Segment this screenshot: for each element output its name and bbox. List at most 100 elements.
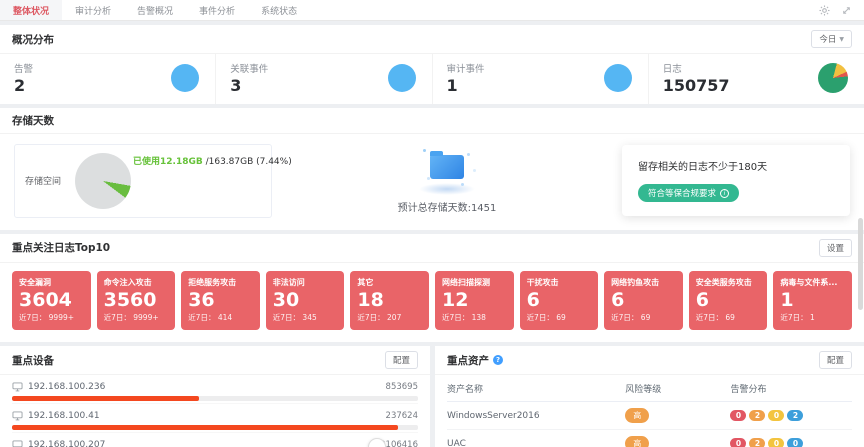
log-card[interactable]: 其它 18 近7日： 207: [350, 271, 429, 331]
log-value: 36: [188, 290, 253, 312]
stat-card-correlated-events[interactable]: 关联事件 3: [216, 54, 432, 104]
log-card[interactable]: 命令注入攻击 3560 近7日： 9999+: [97, 271, 176, 331]
device-bar-track: [12, 425, 418, 430]
asset-name: UAC: [447, 430, 625, 447]
assets-col-risk: 风险等级: [625, 375, 730, 402]
stat-label: 日志: [663, 61, 730, 75]
blue-circle-chart: [604, 64, 632, 92]
stat-card-logs[interactable]: 日志 150757: [649, 54, 864, 104]
compliance-badge[interactable]: 符合等保合规要求 i: [638, 184, 739, 202]
overview-title: 概况分布: [12, 32, 54, 47]
badge-high: 2: [749, 438, 765, 447]
log-name: 安全漏洞: [19, 277, 84, 288]
storage-usage-text: 已使用12.18GB /163.87GB (7.44%): [133, 154, 292, 167]
tab-audit-analysis[interactable]: 审计分析: [62, 0, 124, 20]
log-card[interactable]: 干扰攻击 6 近7日： 69: [520, 271, 599, 331]
blue-circle-chart: [388, 64, 416, 92]
device-bar-fill: [12, 396, 199, 401]
scrollbar-thumb[interactable]: [858, 218, 863, 310]
tab-overall-status[interactable]: 整体状况: [0, 0, 62, 20]
gear-icon[interactable]: [819, 5, 830, 16]
device-list: 192.168.100.236 853695 192.168.100.41 23…: [0, 375, 430, 447]
log-recent: 近7日： 138: [442, 312, 507, 323]
storage-days-text: 预计总存储天数:1451: [398, 199, 497, 214]
log-value: 6: [527, 290, 592, 312]
log-name: 网络扫描探测: [442, 277, 507, 288]
devices-config-button[interactable]: 配置: [385, 351, 418, 369]
badge-critical: 0: [730, 438, 746, 447]
stat-label: 审计事件: [447, 61, 485, 75]
badge-low: 0: [787, 438, 803, 447]
assets-panel: 重点资产 ? 配置 资产名称 风险等级 告警分布: [435, 346, 864, 447]
assets-config-button[interactable]: 配置: [819, 351, 852, 369]
stat-value: 3: [230, 77, 268, 95]
log-name: 网络钓鱼攻击: [611, 277, 676, 288]
overview-header: 概况分布 今日 ▼: [0, 25, 864, 54]
alert-distribution: 0 2 0 2: [730, 410, 803, 421]
compliance-card: 留存相关的日志不少于180天 符合等保合规要求 i: [622, 145, 850, 216]
folder-shadow: [419, 183, 475, 195]
device-row[interactable]: 192.168.100.41 237624: [12, 404, 418, 433]
log-card[interactable]: 安全漏洞 3604 近7日： 9999+: [12, 271, 91, 331]
nav-icon-group: [819, 0, 864, 20]
storage-used: 已使用12.18GB: [133, 157, 203, 167]
stat-card-audit-events[interactable]: 审计事件 1: [433, 54, 649, 104]
chevron-down-icon: ▼: [839, 36, 844, 43]
device-row[interactable]: 192.168.100.236 853695: [12, 375, 418, 404]
storage-days-block: 预计总存储天数:1451: [282, 144, 612, 218]
stat-label: 关联事件: [230, 61, 268, 75]
fullscreen-icon[interactable]: [841, 5, 852, 16]
storage-title: 存储天数: [12, 113, 54, 128]
device-count: 853695: [386, 382, 418, 392]
log-value: 12: [442, 290, 507, 312]
device-count: 237624: [386, 411, 418, 421]
badge-medium: 0: [768, 410, 784, 421]
stats-row: 告警 2 关联事件 3 审计事件 1: [0, 54, 864, 104]
stat-value: 1: [447, 77, 485, 95]
log-card[interactable]: 拒绝服务攻击 36 近7日： 414: [181, 271, 260, 331]
log-card[interactable]: 网络钓鱼攻击 6 近7日： 69: [604, 271, 683, 331]
compliance-note: 留存相关的日志不少于180天: [638, 158, 834, 173]
top-nav: 整体状况 审计分析 告警概况 事件分析 系统状态: [0, 0, 864, 21]
period-dropdown[interactable]: 今日 ▼: [811, 30, 852, 48]
blue-circle-chart: [171, 64, 199, 92]
log-recent: 近7日： 1: [780, 312, 845, 323]
monitor-icon: [12, 411, 23, 421]
device-row[interactable]: 192.168.100.207 2106416: [12, 433, 418, 447]
tab-system-status[interactable]: 系统状态: [248, 0, 310, 20]
period-label: 今日: [819, 33, 836, 45]
top-logs-header: 重点关注日志Top10 设置: [0, 234, 864, 263]
log-card[interactable]: 非法访问 30 近7日： 345: [266, 271, 345, 331]
folder-illustration: [417, 147, 477, 195]
log-recent: 近7日： 414: [188, 312, 253, 323]
log-cards-row: 安全漏洞 3604 近7日： 9999+ 命令注入攻击 3560 近7日： 99…: [0, 263, 864, 343]
log-recent: 近7日： 207: [357, 312, 422, 323]
tab-event-analysis[interactable]: 事件分析: [186, 0, 248, 20]
tab-alert-overview[interactable]: 告警概况: [124, 0, 186, 20]
log-card[interactable]: 安全类服务攻击 6 近7日： 69: [689, 271, 768, 331]
stat-card-alerts[interactable]: 告警 2: [0, 54, 216, 104]
devices-header: 重点设备 配置: [0, 346, 430, 375]
device-bar-fill: [12, 425, 398, 430]
top-logs-title: 重点关注日志Top10: [12, 240, 110, 255]
log-value: 1: [780, 290, 845, 312]
badge-high: 2: [749, 410, 765, 421]
storage-space-label: 存储空间: [25, 174, 61, 187]
log-value: 18: [357, 290, 422, 312]
log-card[interactable]: 病毒与文件系... 1 近7日： 1: [773, 271, 852, 331]
help-icon[interactable]: ?: [493, 355, 503, 365]
log-value: 3604: [19, 290, 84, 312]
log-recent: 近7日： 69: [527, 312, 592, 323]
top-logs-settings-button[interactable]: 设置: [819, 239, 852, 257]
asset-row[interactable]: UAC 高 0 2 0 0: [447, 430, 852, 447]
log-name: 其它: [357, 277, 422, 288]
compliance-label: 符合等保合规要求: [648, 187, 716, 199]
log-card[interactable]: 网络扫描探测 12 近7日： 138: [435, 271, 514, 331]
log-name: 干扰攻击: [527, 277, 592, 288]
log-pie-chart: [818, 63, 848, 93]
sparkle-dots: [423, 149, 426, 152]
badge-low: 2: [787, 410, 803, 421]
devices-title: 重点设备: [12, 353, 54, 368]
asset-row[interactable]: WindowsServer2016 高 0 2 0 2: [447, 402, 852, 430]
storage-body: 存储空间 已使用12.18GB /163.87GB (7.44%) 预计总存储天…: [0, 134, 864, 230]
